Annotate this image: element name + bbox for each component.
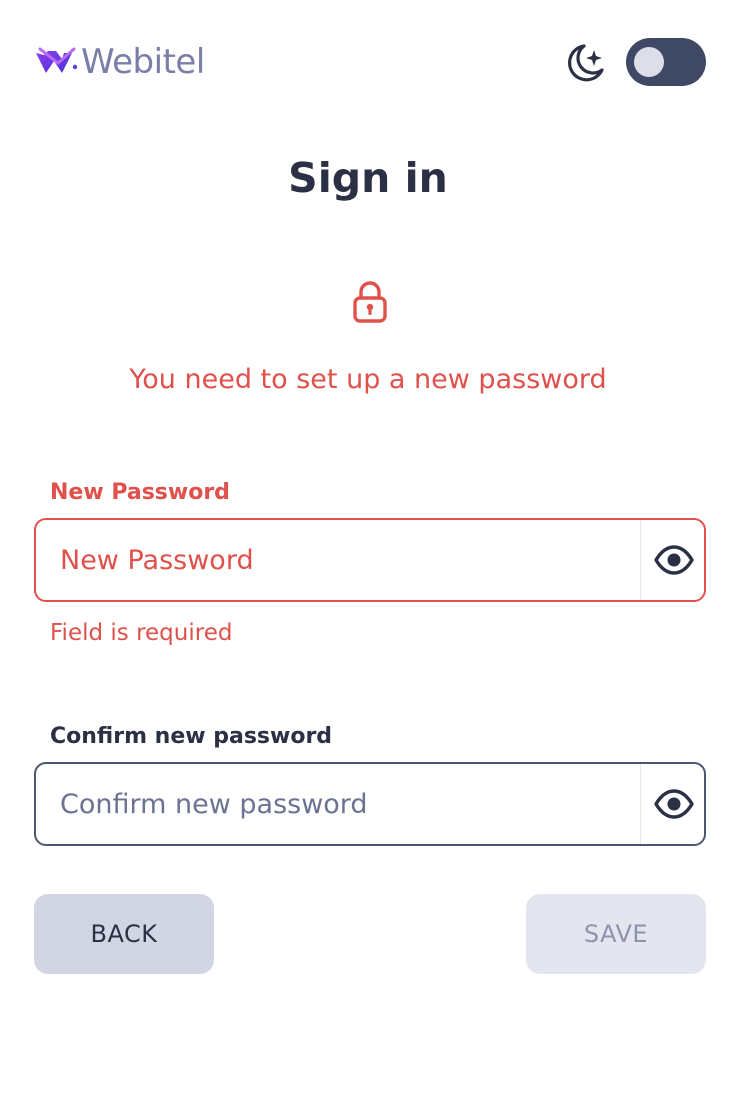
new-password-label: New Password bbox=[50, 480, 230, 505]
field-divider bbox=[640, 764, 641, 844]
field-divider bbox=[640, 520, 641, 600]
new-password-field bbox=[34, 518, 706, 602]
moon-stars-icon bbox=[568, 44, 604, 82]
save-button[interactable]: SAVE bbox=[526, 894, 706, 974]
webitel-logo: Webitel bbox=[34, 40, 205, 84]
webitel-logo-mark-icon bbox=[36, 47, 78, 73]
eye-icon bbox=[654, 545, 694, 575]
password-reset-alert: You need to set up a new password bbox=[129, 364, 607, 395]
back-button[interactable]: BACK bbox=[34, 894, 214, 974]
confirm-password-field bbox=[34, 762, 706, 846]
sign-in-page: Webitel Sign in You need to set up a new… bbox=[0, 0, 736, 1104]
confirm-password-visibility-toggle[interactable] bbox=[642, 764, 706, 844]
confirm-password-input[interactable] bbox=[60, 764, 630, 844]
page-title: Sign in bbox=[288, 154, 448, 202]
dark-mode-toggle[interactable] bbox=[626, 38, 706, 86]
toggle-knob bbox=[634, 47, 664, 77]
lock-icon bbox=[353, 281, 387, 323]
confirm-password-label: Confirm new password bbox=[50, 724, 333, 749]
new-password-input[interactable] bbox=[60, 520, 630, 600]
logo-text: Webitel bbox=[81, 42, 205, 82]
eye-icon bbox=[654, 789, 694, 819]
new-password-visibility-toggle[interactable] bbox=[642, 520, 706, 600]
new-password-error: Field is required bbox=[50, 620, 233, 646]
